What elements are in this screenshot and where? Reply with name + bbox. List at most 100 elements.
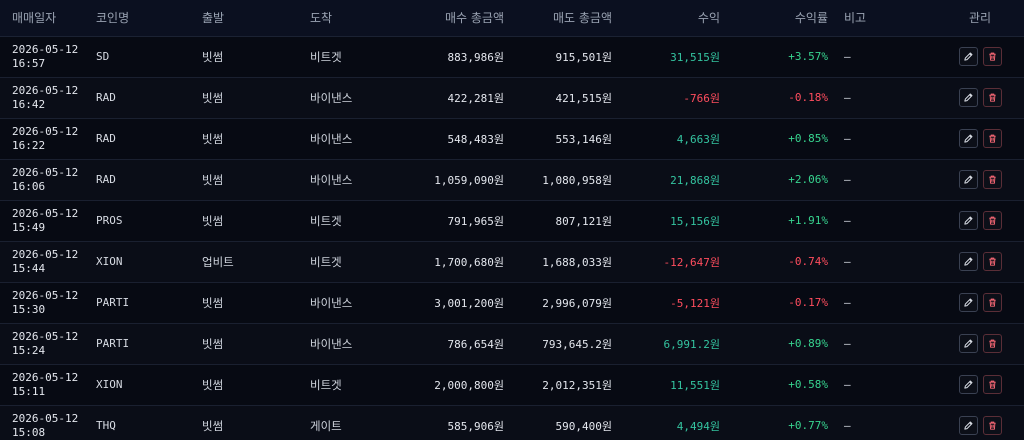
edit-button[interactable] xyxy=(958,416,978,435)
note: — xyxy=(844,91,851,104)
buy-total: 786,654원 xyxy=(447,337,504,351)
manage-cell xyxy=(936,118,1024,159)
delete-button[interactable] xyxy=(982,88,1002,107)
pencil-icon xyxy=(963,175,972,184)
delete-button[interactable] xyxy=(982,47,1002,66)
coin-name: SD xyxy=(96,50,110,63)
profit-rate: +0.85% xyxy=(788,132,828,145)
sell-total: 1,080,958원 xyxy=(542,173,612,187)
edit-button[interactable] xyxy=(958,375,978,394)
delete-button[interactable] xyxy=(982,211,1002,230)
pencil-icon xyxy=(963,134,972,143)
to-exchange: 바이낸스 xyxy=(310,295,353,310)
trade-date: 2026-05-12 15:44 xyxy=(12,247,79,275)
pencil-icon xyxy=(963,216,972,225)
pencil-icon xyxy=(963,339,972,348)
manage-cell xyxy=(936,405,1024,440)
header-to[interactable]: 도착 xyxy=(302,0,404,37)
profit-rate: +0.58% xyxy=(788,378,828,391)
table-row[interactable]: 2026-05-12 15:24 PARTI 빗썸 바이낸스 786,654원 … xyxy=(0,323,1024,364)
from-exchange: 빗썸 xyxy=(202,131,224,146)
profit-rate: -0.17% xyxy=(788,296,828,309)
buy-total: 3,001,200원 xyxy=(434,296,504,310)
edit-button[interactable] xyxy=(958,88,978,107)
note: — xyxy=(844,296,851,309)
edit-button[interactable] xyxy=(958,170,978,189)
trade-date: 2026-05-12 15:11 xyxy=(12,370,79,398)
from-exchange: 업비트 xyxy=(202,254,234,269)
buy-total: 791,965원 xyxy=(447,214,504,228)
manage-cell xyxy=(936,159,1024,200)
trade-date: 2026-05-12 16:06 xyxy=(12,165,79,193)
header-profit-rate[interactable]: 수익률 xyxy=(728,0,836,37)
header-coin[interactable]: 코인명 xyxy=(88,0,194,37)
header-note: 비고 xyxy=(836,0,936,37)
delete-button[interactable] xyxy=(982,170,1002,189)
note: — xyxy=(844,255,851,268)
to-exchange: 바이낸스 xyxy=(310,90,353,105)
header-date[interactable]: 매매일자 xyxy=(0,0,88,37)
sell-total: 1,688,033원 xyxy=(542,255,612,269)
trash-icon xyxy=(988,421,996,430)
table-row[interactable]: 2026-05-12 16:57 SD 빗썸 비트겟 883,986원 915,… xyxy=(0,36,1024,77)
delete-button[interactable] xyxy=(982,293,1002,312)
table-header-row: 매매일자 코인명 출발 도착 매수 총금액 매도 총금액 수익 수익률 비고 관… xyxy=(0,0,1024,37)
delete-button[interactable] xyxy=(982,129,1002,148)
trash-icon xyxy=(988,380,996,389)
delete-button[interactable] xyxy=(982,252,1002,271)
edit-button[interactable] xyxy=(958,47,978,66)
from-exchange: 빗썸 xyxy=(202,377,224,392)
profit-value: -5,121원 xyxy=(670,296,720,310)
edit-button[interactable] xyxy=(958,293,978,312)
edit-button[interactable] xyxy=(958,334,978,353)
coin-name: RAD xyxy=(96,173,116,186)
coin-name: PARTI xyxy=(96,337,130,350)
buy-total: 548,483원 xyxy=(447,132,504,146)
table-row[interactable]: 2026-05-12 16:42 RAD 빗썸 바이낸스 422,281원 42… xyxy=(0,77,1024,118)
profit-value: 4,663원 xyxy=(676,132,720,146)
delete-button[interactable] xyxy=(982,334,1002,353)
edit-button[interactable] xyxy=(958,211,978,230)
table-row[interactable]: 2026-05-12 15:49 PROS 빗썸 비트겟 791,965원 80… xyxy=(0,200,1024,241)
table-row[interactable]: 2026-05-12 15:44 XION 업비트 비트겟 1,700,680원… xyxy=(0,241,1024,282)
coin-name: PARTI xyxy=(96,296,130,309)
trade-date: 2026-05-12 16:42 xyxy=(12,83,79,111)
header-profit[interactable]: 수익 xyxy=(620,0,728,37)
manage-cell xyxy=(936,200,1024,241)
delete-button[interactable] xyxy=(982,375,1002,394)
note: — xyxy=(844,337,851,350)
buy-total: 883,986원 xyxy=(447,50,504,64)
to-exchange: 비트겟 xyxy=(310,377,342,392)
table-body: 2026-05-12 16:57 SD 빗썸 비트겟 883,986원 915,… xyxy=(0,36,1024,440)
edit-button[interactable] xyxy=(958,252,978,271)
header-buy-total[interactable]: 매수 총금액 xyxy=(404,0,512,37)
header-sell-total[interactable]: 매도 총금액 xyxy=(512,0,620,37)
from-exchange: 빗썸 xyxy=(202,213,224,228)
profit-value: -12,647원 xyxy=(663,255,720,269)
delete-button[interactable] xyxy=(982,416,1002,435)
table-row[interactable]: 2026-05-12 16:06 RAD 빗썸 바이낸스 1,059,090원 … xyxy=(0,159,1024,200)
to-exchange: 비트겟 xyxy=(310,254,342,269)
table-row[interactable]: 2026-05-12 15:30 PARTI 빗썸 바이낸스 3,001,200… xyxy=(0,282,1024,323)
pencil-icon xyxy=(963,93,972,102)
to-exchange: 바이낸스 xyxy=(310,131,353,146)
buy-total: 1,700,680원 xyxy=(434,255,504,269)
trash-icon xyxy=(988,134,996,143)
sell-total: 793,645.2원 xyxy=(542,337,612,351)
buy-total: 422,281원 xyxy=(447,91,504,105)
header-from[interactable]: 출발 xyxy=(194,0,302,37)
profit-rate: -0.18% xyxy=(788,91,828,104)
trade-history-panel: 매매일자 코인명 출발 도착 매수 총금액 매도 총금액 수익 수익률 비고 관… xyxy=(0,0,1024,440)
sell-total: 2,012,351원 xyxy=(542,378,612,392)
trade-date: 2026-05-12 15:49 xyxy=(12,206,79,234)
profit-rate: +0.89% xyxy=(788,337,828,350)
trade-date: 2026-05-12 15:24 xyxy=(12,329,79,357)
trade-table: 매매일자 코인명 출발 도착 매수 총금액 매도 총금액 수익 수익률 비고 관… xyxy=(0,0,1024,440)
pencil-icon xyxy=(963,380,972,389)
table-row[interactable]: 2026-05-12 15:08 THQ 빗썸 게이트 585,906원 590… xyxy=(0,405,1024,440)
sell-total: 915,501원 xyxy=(555,50,612,64)
table-row[interactable]: 2026-05-12 15:11 XION 빗썸 비트겟 2,000,800원 … xyxy=(0,364,1024,405)
edit-button[interactable] xyxy=(958,129,978,148)
trash-icon xyxy=(988,175,996,184)
table-row[interactable]: 2026-05-12 16:22 RAD 빗썸 바이낸스 548,483원 55… xyxy=(0,118,1024,159)
